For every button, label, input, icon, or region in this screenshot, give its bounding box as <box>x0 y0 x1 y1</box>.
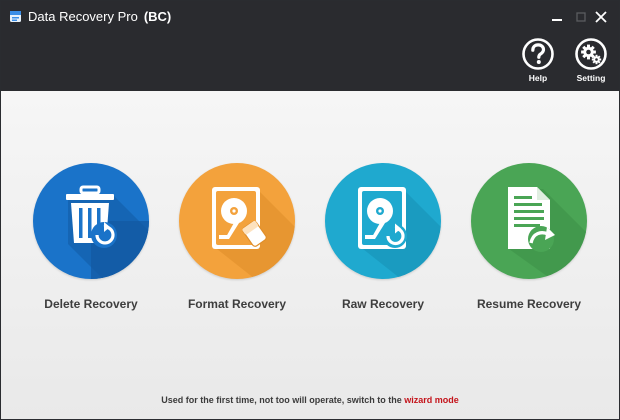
delete-recovery-label: Delete Recovery <box>44 297 138 311</box>
minimize-icon <box>552 19 562 21</box>
resume-recovery-label: Resume Recovery <box>476 297 582 311</box>
maximize-button[interactable] <box>571 7 591 27</box>
resume-recovery-card[interactable]: Resume Recovery <box>459 163 599 323</box>
trash-restore-icon <box>66 185 149 279</box>
footer-text: Used for the first time, not too will op… <box>161 395 402 405</box>
close-button[interactable] <box>591 7 611 27</box>
hard-drive-erase-icon <box>212 187 295 279</box>
maximize-icon <box>576 12 586 22</box>
document-resume-icon <box>508 187 587 279</box>
minimize-button[interactable] <box>547 7 567 27</box>
resume-recovery-button[interactable] <box>471 163 587 279</box>
raw-recovery-card[interactable]: Raw Recovery <box>313 163 453 323</box>
help-button[interactable]: Help <box>513 37 563 89</box>
app-edition: (BC) <box>143 9 172 24</box>
setting-button[interactable]: Setting <box>566 37 616 89</box>
hard-drive-restore-icon <box>358 187 441 279</box>
app-window: Data Recovery Pro (BC) Help Setting Dele… <box>0 0 620 420</box>
wizard-mode-link[interactable]: wizard mode <box>404 395 459 405</box>
window-title: Data Recovery Pro (BC) <box>28 9 171 24</box>
toolbar: Help Setting <box>1 33 619 91</box>
delete-recovery-card[interactable]: Delete Recovery <box>21 163 161 323</box>
format-recovery-card[interactable]: Format Recovery <box>167 163 307 323</box>
format-recovery-button[interactable] <box>179 163 295 279</box>
setting-label: Setting <box>576 73 606 83</box>
format-recovery-label: Format Recovery <box>187 297 287 311</box>
main-content: Delete Recovery Format Recovery Raw Reco… <box>1 91 619 419</box>
raw-recovery-label: Raw Recovery <box>341 297 425 311</box>
footer-hint: Used for the first time, not too will op… <box>1 395 619 405</box>
app-name: Data Recovery Pro <box>28 9 138 24</box>
help-icon <box>522 38 554 70</box>
app-logo-icon <box>10 11 21 22</box>
delete-recovery-button[interactable] <box>33 163 149 279</box>
raw-recovery-button[interactable] <box>325 163 441 279</box>
gear-icon <box>575 38 607 70</box>
close-icon <box>595 11 607 23</box>
help-label: Help <box>528 73 548 83</box>
title-bar[interactable]: Data Recovery Pro (BC) <box>1 1 619 33</box>
